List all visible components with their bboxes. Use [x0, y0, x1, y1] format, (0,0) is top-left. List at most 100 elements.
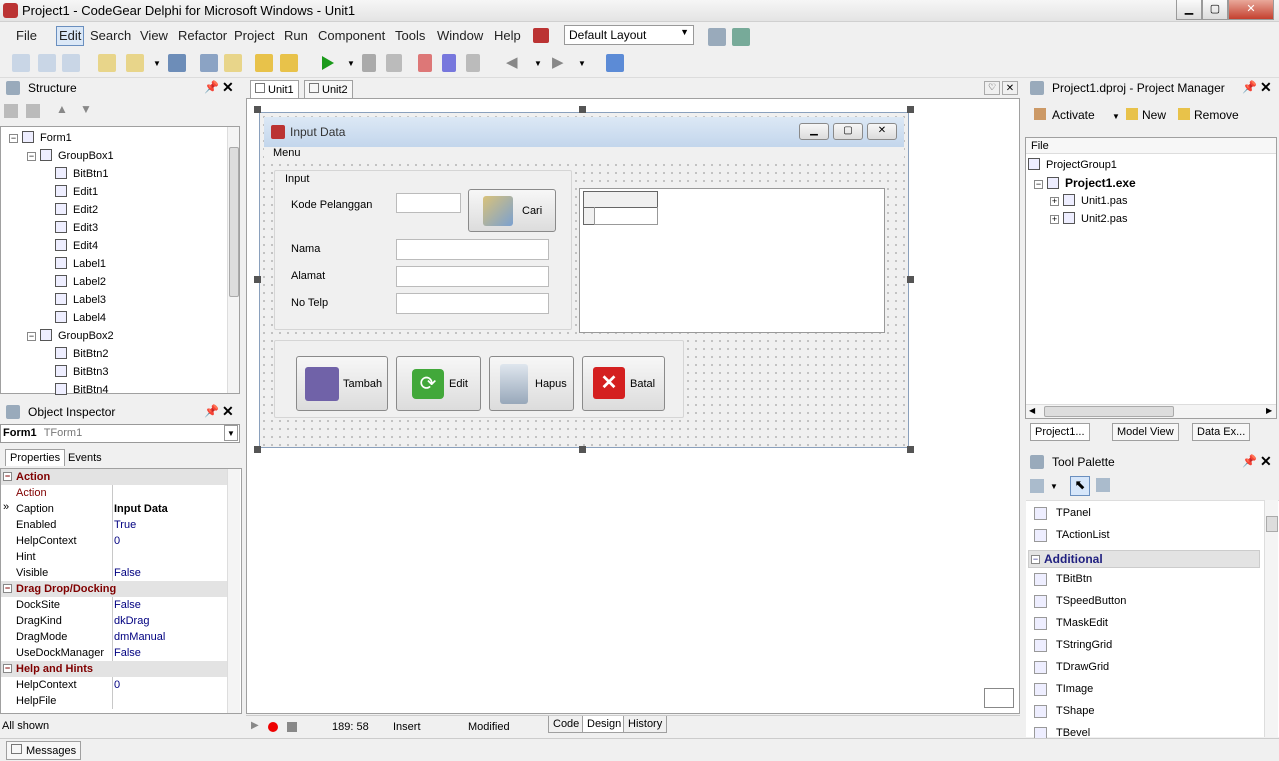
close-icon[interactable]: ✕	[1260, 79, 1272, 96]
string-grid[interactable]	[579, 188, 885, 333]
save-icon[interactable]	[168, 54, 186, 72]
run-icon[interactable]	[322, 56, 334, 70]
record-macro-icon[interactable]	[268, 722, 278, 732]
scrollbar-thumb[interactable]	[1266, 516, 1278, 532]
property-category[interactable]: − Drag Drop/Docking	[1, 581, 227, 597]
property-value[interactable]: True	[114, 519, 136, 531]
form-minimize-button[interactable]: ▁	[799, 123, 829, 140]
back-icon[interactable]: ◀	[506, 53, 518, 71]
inspector-scrollbar[interactable]	[227, 469, 240, 713]
play-macro-icon[interactable]: ▶	[251, 720, 259, 731]
remove-button[interactable]: Remove	[1178, 108, 1239, 122]
tab-events[interactable]: Events	[64, 450, 106, 466]
close-icon[interactable]: ✕	[1260, 453, 1272, 470]
collapse-icon[interactable]: −	[9, 134, 18, 143]
pin-icon[interactable]: 📌	[204, 80, 219, 94]
forward-icon[interactable]: ▶	[552, 53, 564, 71]
property-value[interactable]: False	[114, 567, 141, 579]
batal-button[interactable]: ✕ Batal	[582, 356, 665, 411]
palette-category[interactable]: − Additional	[1028, 550, 1260, 568]
alamat-field[interactable]	[396, 266, 549, 287]
property-value[interactable]: False	[114, 647, 141, 659]
property-category[interactable]: − Action	[1, 469, 227, 485]
tree-node[interactable]: Edit4	[55, 239, 98, 252]
selection-handle[interactable]	[907, 276, 914, 283]
edit-button[interactable]: ⟳ Edit	[396, 356, 481, 411]
selection-handle[interactable]	[254, 106, 261, 113]
form-menu-item[interactable]: Menu	[273, 147, 301, 159]
tab-design[interactable]: Design	[582, 716, 627, 733]
pin-icon[interactable]: 📌	[204, 404, 219, 418]
expand-icon[interactable]: +	[1050, 197, 1059, 206]
inspector-object-select[interactable]: Form1 TForm1 ▼	[0, 424, 240, 443]
property-row[interactable]: DragKind dkDrag	[1, 613, 227, 629]
selection-handle[interactable]	[579, 446, 586, 453]
property-row[interactable]: DockSite False	[1, 597, 227, 613]
scroll-left-icon[interactable]: ◀	[1029, 406, 1035, 415]
close-icon[interactable]: ✕	[222, 79, 234, 96]
tree-node[interactable]: Label1	[55, 257, 106, 270]
maximize-button[interactable]: ▢	[1202, 0, 1228, 20]
tree-node[interactable]: BitBtn2	[55, 347, 108, 360]
collapse-icon[interactable]: −	[27, 152, 36, 161]
property-value[interactable]: False	[114, 599, 141, 611]
selection-handle[interactable]	[907, 106, 914, 113]
close-tab-icon[interactable]: ✕	[1002, 81, 1018, 95]
selection-handle[interactable]	[907, 446, 914, 453]
menu-component[interactable]: Component	[318, 28, 385, 43]
collapse-icon[interactable]: −	[3, 472, 12, 481]
step-over-icon[interactable]	[442, 54, 456, 72]
property-value[interactable]: dmManual	[114, 631, 165, 643]
property-value[interactable]: Input Data	[114, 503, 168, 515]
chevron-down-icon[interactable]: ▼	[347, 59, 355, 68]
stop-macro-icon[interactable]	[287, 722, 297, 732]
tree-node[interactable]: BitBtn4	[55, 383, 108, 396]
menu-tools[interactable]: Tools	[395, 28, 425, 43]
tree-node[interactable]: Label3	[55, 293, 106, 306]
project-node[interactable]: + Unit2.pas	[1050, 212, 1127, 225]
scroll-right-icon[interactable]: ▶	[1266, 406, 1272, 415]
run-to-cursor-icon[interactable]	[466, 54, 480, 72]
tree-node[interactable]: Label4	[55, 311, 106, 324]
tab-model-view[interactable]: Model View	[1112, 423, 1179, 441]
menu-window[interactable]: Window	[437, 28, 483, 43]
structure-scrollbar[interactable]	[227, 127, 239, 393]
new-form-icon[interactable]	[38, 54, 56, 72]
paste-icon[interactable]	[26, 104, 40, 118]
pin-icon[interactable]: 📌	[1242, 454, 1257, 468]
chevron-down-icon[interactable]: ▼	[534, 59, 542, 68]
property-row[interactable]: » Caption Input Data	[1, 501, 227, 517]
stop-icon[interactable]	[386, 54, 402, 72]
tree-node[interactable]: Edit1	[55, 185, 98, 198]
palette-scrollbar[interactable]	[1264, 500, 1278, 737]
close-icon[interactable]: ✕	[222, 403, 234, 420]
project-node[interactable]: − Project1.exe	[1034, 176, 1136, 190]
tree-node[interactable]: − Form1	[9, 131, 72, 144]
pointer-icon[interactable]: ⬉	[1070, 476, 1090, 496]
menu-run[interactable]: Run	[284, 28, 308, 43]
property-row[interactable]: Visible False	[1, 565, 227, 581]
open-project-folder-icon[interactable]	[224, 54, 242, 72]
tab-properties[interactable]: Properties	[5, 449, 66, 466]
help-book-icon[interactable]	[606, 54, 624, 72]
pin-icon[interactable]: 📌	[1242, 80, 1257, 94]
chevron-down-icon[interactable]: ▼	[1112, 112, 1120, 121]
grid-cell[interactable]	[594, 207, 658, 225]
property-row[interactable]: HelpContext 0	[1, 677, 227, 693]
arrow-up-icon[interactable]: ▲	[56, 102, 68, 116]
hapus-button[interactable]: Hapus	[489, 356, 574, 411]
open-icon[interactable]	[98, 54, 116, 72]
property-value[interactable]: dkDrag	[114, 615, 149, 627]
menu-file[interactable]: File	[16, 28, 37, 43]
tab-list-icon[interactable]: ♡	[984, 81, 1000, 95]
arrow-down-icon[interactable]: ▼	[80, 102, 92, 116]
close-button[interactable]: ✕	[1228, 0, 1274, 20]
scrollbar-thumb[interactable]	[1044, 406, 1174, 417]
cut-icon[interactable]	[4, 104, 18, 118]
property-value[interactable]: 0	[114, 535, 120, 547]
nama-field[interactable]	[396, 239, 549, 260]
property-row[interactable]: Hint	[1, 549, 227, 565]
tambah-button[interactable]: Tambah	[296, 356, 388, 411]
selection-handle[interactable]	[579, 106, 586, 113]
categories-icon[interactable]	[1030, 479, 1044, 493]
